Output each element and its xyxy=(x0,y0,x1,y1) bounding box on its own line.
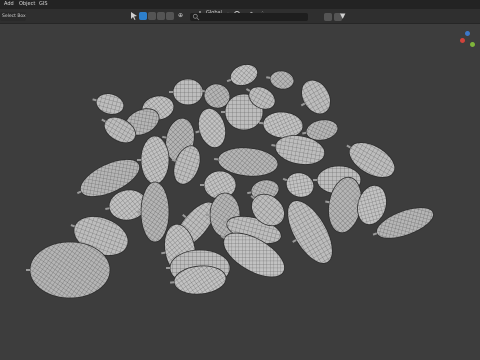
pod-stem xyxy=(282,177,288,182)
pod-stem xyxy=(346,144,351,149)
cocoa-pod[interactable] xyxy=(227,61,260,89)
pod-stem xyxy=(101,118,106,123)
pod-stem xyxy=(245,88,251,92)
pod-stem xyxy=(271,143,276,147)
cocoa-pod[interactable] xyxy=(296,75,337,119)
pod-stem xyxy=(161,251,166,255)
cocoa-pod[interactable] xyxy=(283,169,318,201)
cocoa-pod[interactable] xyxy=(172,78,204,106)
pod-stem xyxy=(105,207,110,210)
pod-stem xyxy=(226,78,232,83)
pod-stem xyxy=(247,191,252,195)
pod-stem xyxy=(300,102,306,107)
pod-stem xyxy=(372,232,378,236)
pod-pile-mesh[interactable] xyxy=(0,0,480,360)
pod-stem xyxy=(222,220,228,224)
pod-stem xyxy=(325,200,330,204)
pod-stem xyxy=(92,98,97,102)
cocoa-pod[interactable] xyxy=(140,181,170,243)
pod-stem xyxy=(171,158,177,162)
pod-stem xyxy=(195,130,200,134)
cocoa-pod[interactable] xyxy=(140,135,170,185)
pod-stem xyxy=(354,199,359,203)
pod-stem xyxy=(302,131,307,135)
pods-group xyxy=(26,61,434,299)
pod-stem xyxy=(200,89,206,93)
pod-stem xyxy=(70,224,76,228)
cocoa-pod[interactable] xyxy=(29,241,111,299)
pod-stem xyxy=(162,135,167,139)
cocoa-pod[interactable] xyxy=(269,69,296,91)
pod-stem xyxy=(76,190,82,195)
pod-stem xyxy=(182,213,187,219)
pod-stem xyxy=(292,239,297,243)
pod-stem xyxy=(266,76,271,79)
cocoa-pod[interactable] xyxy=(94,91,126,118)
